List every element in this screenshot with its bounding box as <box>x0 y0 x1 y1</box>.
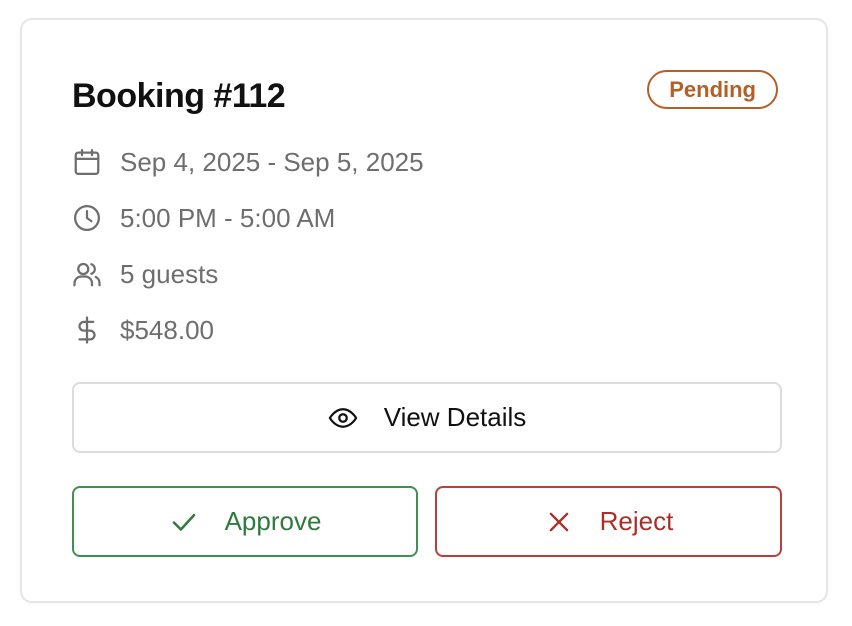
booking-title: Booking #112 <box>72 77 286 115</box>
view-details-button[interactable]: View Details <box>72 382 782 453</box>
reject-label: Reject <box>599 506 674 536</box>
status-badge: Pending <box>647 70 778 109</box>
view-details-label: View Details <box>383 402 527 432</box>
reject-button[interactable]: Reject <box>435 486 782 557</box>
time-text: 5:00 PM - 5:00 AM <box>120 202 336 233</box>
x-icon <box>544 507 574 537</box>
booking-header: Booking #112 Pending <box>72 70 778 126</box>
clock-icon <box>72 203 102 233</box>
users-icon <box>72 259 102 289</box>
price-text: $548.00 <box>120 314 214 345</box>
approve-button[interactable]: Approve <box>72 486 418 557</box>
eye-icon <box>328 403 358 433</box>
time-row: 5:00 PM - 5:00 AM <box>72 200 335 236</box>
dollar-icon <box>72 315 102 345</box>
dates-row: Sep 4, 2025 - Sep 5, 2025 <box>72 144 424 180</box>
check-icon <box>169 507 199 537</box>
price-row: $548.00 <box>72 312 214 348</box>
dates-text: Sep 4, 2025 - Sep 5, 2025 <box>120 146 424 177</box>
booking-card: Booking #112 Pending Sep 4, 2025 - Sep 5… <box>20 18 828 603</box>
approve-label: Approve <box>224 506 322 536</box>
guests-row: 5 guests <box>72 256 218 292</box>
guests-text: 5 guests <box>120 258 219 289</box>
calendar-icon <box>72 147 102 177</box>
